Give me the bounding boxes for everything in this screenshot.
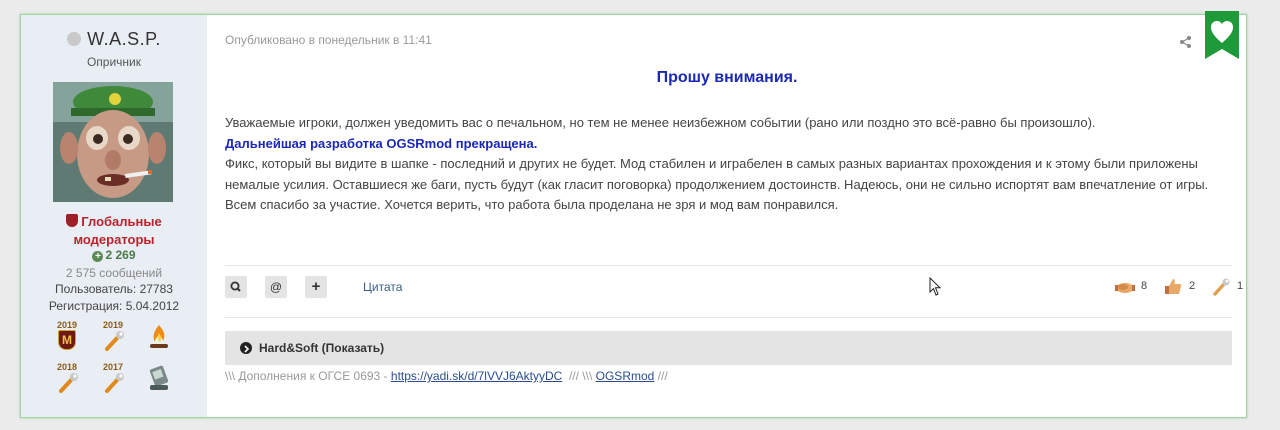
reaction-handshake[interactable]: 8: [1115, 277, 1151, 297]
share-icon[interactable]: [1179, 35, 1193, 49]
search-icon: [230, 281, 241, 292]
reaction-count: 1: [1237, 280, 1244, 292]
mention-button[interactable]: @: [265, 276, 287, 298]
thumbs-up-icon: [1165, 279, 1182, 294]
wrench-icon: [105, 331, 124, 351]
signature-middle: /// \\\: [562, 369, 596, 383]
award-moderator-2019[interactable]: 2019 M: [54, 321, 80, 351]
award-year: 2017: [102, 362, 124, 372]
avatar[interactable]: [53, 82, 173, 202]
author-name[interactable]: W.A.S.P.: [21, 29, 207, 50]
award-wrench-2017[interactable]: 2017: [100, 363, 126, 393]
author-name-text: W.A.S.P.: [87, 29, 161, 49]
reaction-wrench[interactable]: 1: [1211, 277, 1247, 297]
author-title: Опричник: [86, 55, 142, 69]
spoiler-toggle[interactable]: Hard&Soft (Показать): [225, 331, 1232, 365]
spoiler-label: Hard&Soft (Показать): [259, 341, 385, 355]
user-group-line1: Глобальные: [81, 214, 162, 229]
award-campfire[interactable]: [146, 321, 172, 351]
reputation-value: 2 269: [105, 248, 136, 262]
reaction-thumbs-up[interactable]: 2: [1163, 277, 1199, 297]
search-button[interactable]: [225, 276, 247, 298]
wrench-icon: [105, 373, 124, 393]
signature-suffix: ///: [654, 369, 668, 383]
wrench-icon: [1213, 278, 1230, 296]
quote-button[interactable]: Цитата: [363, 280, 402, 294]
plus-icon: +: [92, 251, 104, 262]
post-paragraph-1: Уважаемые игроки, должен уведомить вас о…: [225, 115, 1096, 130]
post-highlight: Дальнейшая разработка OGSRmod прекращена…: [225, 135, 538, 151]
moderator-badge-icon: M: [58, 330, 76, 350]
wrench-icon: [59, 373, 78, 393]
shield-icon: [66, 214, 79, 227]
favorite-heart-icon[interactable]: [1205, 11, 1239, 61]
award-wrench-2019[interactable]: 2019: [100, 321, 126, 351]
handshake-icon: [1115, 283, 1135, 293]
chevron-right-icon: [240, 342, 252, 354]
reputation[interactable]: +2 269: [21, 248, 207, 262]
award-year: 2018: [56, 362, 78, 372]
avatar-image: [53, 82, 173, 202]
post-paragraph-2: Фикс, который вы видите в шапке - послед…: [225, 156, 1209, 212]
signature-link-ogsrmod[interactable]: OGSRmod: [596, 369, 655, 383]
multiquote-add-button[interactable]: +: [305, 276, 327, 298]
post-body: Уважаемые игроки, должен уведомить вас о…: [225, 113, 1235, 216]
award-pda[interactable]: [146, 363, 172, 393]
divider: [225, 265, 1232, 266]
award-year: 2019: [102, 320, 124, 330]
registration-date: Регистрация: 5.04.2012: [48, 299, 180, 313]
post-content: Опубликовано в понедельник в 11:41 Прошу…: [207, 11, 1247, 417]
divider: [225, 317, 1232, 318]
reaction-count: 2: [1189, 280, 1196, 292]
offline-status-icon: [67, 32, 82, 46]
signature-prefix: \\\ Дополнения к ОГСЕ 0693 -: [225, 369, 391, 383]
award-wrench-2018[interactable]: 2018: [54, 363, 80, 393]
signature: \\\ Дополнения к ОГСЕ 0693 - https://yad…: [225, 369, 668, 383]
award-year: 2019: [56, 320, 78, 330]
post-date[interactable]: Опубликовано в понедельник в 11:41: [225, 33, 432, 47]
user-id: Пользователь: 27783: [55, 282, 173, 296]
author-panel: W.A.S.P. Опричник Глобальные модераторы …: [21, 15, 207, 417]
campfire-icon: [150, 325, 168, 348]
signature-link-yadisk[interactable]: https://yadi.sk/d/7lVVJ6AktyyDC: [391, 369, 562, 383]
pda-icon: [149, 365, 169, 390]
post-headline: Прошу внимания.: [656, 69, 798, 86]
user-group: Глобальные модераторы: [21, 213, 207, 249]
reaction-count: 8: [1141, 280, 1148, 292]
forum-post: W.A.S.P. Опричник Глобальные модераторы …: [20, 11, 1247, 418]
user-group-line2: модераторы: [73, 232, 155, 247]
mouse-cursor-icon: [929, 277, 942, 296]
posts-count[interactable]: 2 575 сообщений: [21, 266, 207, 280]
